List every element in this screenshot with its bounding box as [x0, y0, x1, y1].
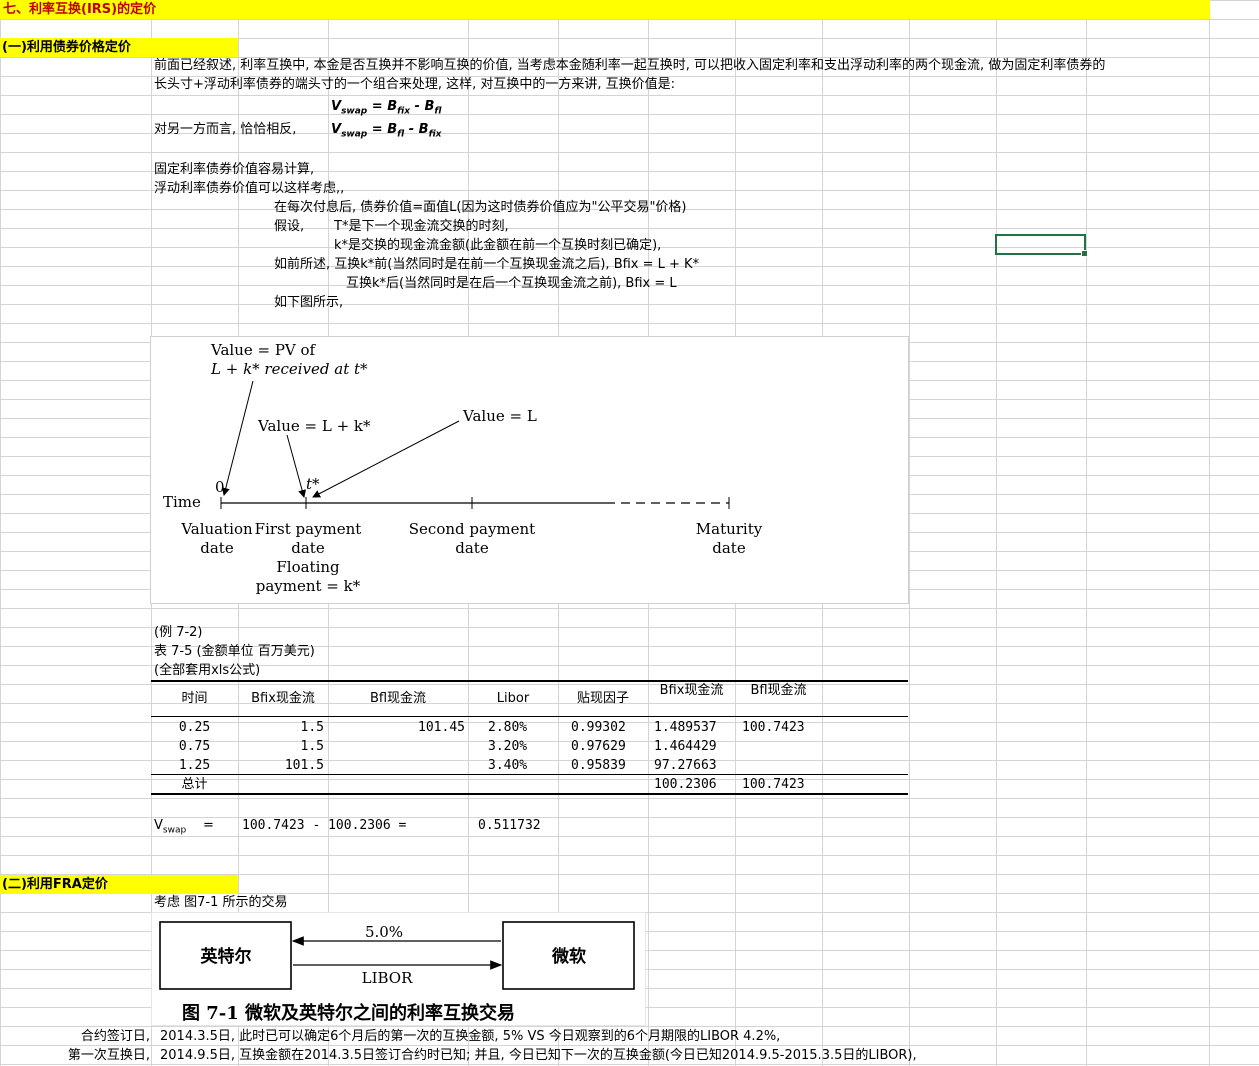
- rate-bottom-label: LIBOR: [362, 969, 413, 987]
- label-maturity-2: date: [712, 539, 746, 557]
- cell-bfix-pv[interactable]: 97.27663: [654, 757, 717, 775]
- vswap-expression[interactable]: 100.7423 - 100.2306 =: [242, 817, 406, 835]
- formula-swap-value: Vswap = Bfix - Bfl: [331, 99, 442, 117]
- cell-time[interactable]: 0.25: [151, 719, 238, 737]
- as-shown-text: 如下图所示,: [274, 295, 344, 310]
- contract-date-text: 2014.3.5日, 此时已可以确定6个月后的第一次的互换金额, 5% VS 今…: [160, 1029, 781, 1044]
- label-value-pv-2: L + k* received at t*: [210, 360, 368, 378]
- vswap-result[interactable]: 0.511732: [478, 817, 541, 835]
- arrow-pv: [221, 380, 254, 496]
- table-header-border: [151, 716, 908, 717]
- intel-label: 英特尔: [201, 946, 252, 967]
- cell-libor[interactable]: 3.40%: [488, 757, 527, 775]
- cell-discount-factor[interactable]: 0.99302: [571, 719, 626, 737]
- consider-text: 考虑 图7-1 所示的交易: [154, 895, 288, 910]
- column-header-bfix-cf[interactable]: Bfix现金流: [238, 690, 328, 708]
- cell-time[interactable]: 0.75: [151, 738, 238, 756]
- first-swap-date-label: 第一次互换日,: [67, 1048, 150, 1063]
- label-first-1: First payment: [255, 520, 362, 538]
- cell-bfl-pv[interactable]: 100.7423: [742, 719, 805, 737]
- cell-bfix-cf[interactable]: 1.5: [238, 738, 324, 756]
- total-label[interactable]: 总计: [151, 776, 238, 794]
- timeline-diagram: Value = PV of L + k* received at t* Valu…: [163, 341, 763, 595]
- cell-time[interactable]: 1.25: [151, 757, 238, 775]
- cell-discount-factor[interactable]: 0.97629: [571, 738, 626, 756]
- column-header-discount-factor[interactable]: 贴现因子: [558, 690, 648, 708]
- label-floating-1: Floating: [276, 558, 340, 576]
- vswap-equals[interactable]: =: [203, 817, 214, 835]
- column-header-bfl-pv[interactable]: Bfl现金流: [735, 682, 822, 700]
- intro-line-2: 长头寸+浮动利率债券的端头寸的一个组合来处理, 这样, 对互换中的一方来讲, 互…: [154, 77, 676, 92]
- label-valuation-1: Valuation: [180, 520, 253, 538]
- intro-line-1: 前面已经叙述, 利率互换中, 本金是否互换并不影响互换的价值, 当考虑本金随利率…: [154, 58, 1106, 73]
- cell-bfix-pv[interactable]: 1.464429: [654, 738, 717, 756]
- arrow-lk: [286, 434, 307, 498]
- label-time: Time: [163, 493, 201, 511]
- table-title: 表 7-5 (金额单位 百万美元): [154, 644, 315, 659]
- label-maturity-1: Maturity: [696, 520, 763, 538]
- label-t-star: t*: [306, 475, 320, 493]
- cell-libor[interactable]: 3.20%: [488, 738, 527, 756]
- swap-diagram: 英特尔 微软 5.0% LIBOR 图 7-1 微软及英特尔之间的利率互换交易: [159, 921, 635, 1024]
- label-value-lk: Value = L + k*: [257, 417, 371, 435]
- first-swap-date-text: 2014.9.5日, 互换金额在2014.3.5日签订合约时已知; 并且, 今日…: [160, 1048, 917, 1063]
- formula-swap-value-reverse: Vswap = Bfl - Bfix: [331, 122, 442, 140]
- section-title[interactable]: 七、利率互换(IRS)的定价: [0, 0, 1210, 19]
- assume-label: 假设,: [274, 219, 305, 234]
- t-star-definition: T*是下一个现金流交换的时刻,: [334, 219, 509, 234]
- column-header-time[interactable]: 时间: [151, 690, 238, 708]
- label-second-1: Second payment: [409, 520, 535, 538]
- before-k-text: 如前所述, 互换k*前(当然同时是在前一个互换现金流之后), Bfix = L …: [274, 257, 700, 272]
- rate-top-label: 5.0%: [365, 923, 403, 941]
- column-header-libor[interactable]: Libor: [468, 690, 558, 708]
- table-note: (全部套用xls公式): [154, 663, 261, 678]
- label-value-l: Value = L: [462, 407, 537, 425]
- swap-figure-7-1: 英特尔 微软 5.0% LIBOR 图 7-1 微软及英特尔之间的利率互换交易: [151, 912, 646, 1026]
- microsoft-label: 微软: [551, 946, 586, 967]
- cell-bfix-cf[interactable]: 1.5: [238, 719, 324, 737]
- part1-title[interactable]: (一)利用债券价格定价: [0, 38, 238, 57]
- cell-bfl-cf[interactable]: 101.45: [328, 719, 465, 737]
- column-header-bfl-cf[interactable]: Bfl现金流: [328, 690, 468, 708]
- cell-discount-factor[interactable]: 0.95839: [571, 757, 626, 775]
- total-bfix-pv[interactable]: 100.2306: [654, 776, 717, 794]
- bond-valuation-timeline-figure: Value = PV of L + k* received at t* Valu…: [150, 336, 909, 604]
- label-floating-2: payment = k*: [256, 577, 361, 595]
- floating-consider-text: 浮动利率债券价值可以这样考虑,,: [154, 181, 345, 196]
- label-valuation-2: date: [200, 539, 234, 557]
- vswap-label[interactable]: Vswap: [154, 817, 186, 840]
- cell-bfix-cf[interactable]: 101.5: [238, 757, 324, 775]
- other-side-text: 对另一方而言, 恰恰相反,: [154, 122, 297, 137]
- cell-bfix-pv[interactable]: 1.489537: [654, 719, 717, 737]
- after-k-text: 互换k*后(当然同时是在后一个互换现金流之前), Bfix = L: [346, 276, 677, 291]
- fixed-easy-text: 固定利率债券价值容易计算,: [154, 162, 315, 177]
- contract-date-label: 合约签订日,: [80, 1029, 150, 1044]
- part2-title[interactable]: (二)利用FRA定价: [0, 875, 238, 894]
- selected-cell[interactable]: [995, 234, 1088, 257]
- k-star-definition: k*是交换的现金流金额(此金额在前一个互换时刻已确定),: [334, 238, 662, 253]
- label-zero: 0: [215, 478, 225, 496]
- label-value-pv-1: Value = PV of: [210, 341, 317, 359]
- total-bfl-pv[interactable]: 100.7423: [742, 776, 805, 794]
- label-first-2: date: [291, 539, 325, 557]
- after-payment-text: 在每次付息后, 债券价值=面值L(因为这时债券价值应为"公平交易"价格): [274, 200, 687, 215]
- column-header-bfix-pv[interactable]: Bfix现金流: [648, 682, 735, 700]
- figure-caption: 图 7-1 微软及英特尔之间的利率互换交易: [182, 1002, 515, 1024]
- example-label: (例 7-2): [154, 625, 203, 640]
- label-second-2: date: [455, 539, 489, 557]
- cell-libor[interactable]: 2.80%: [488, 719, 527, 737]
